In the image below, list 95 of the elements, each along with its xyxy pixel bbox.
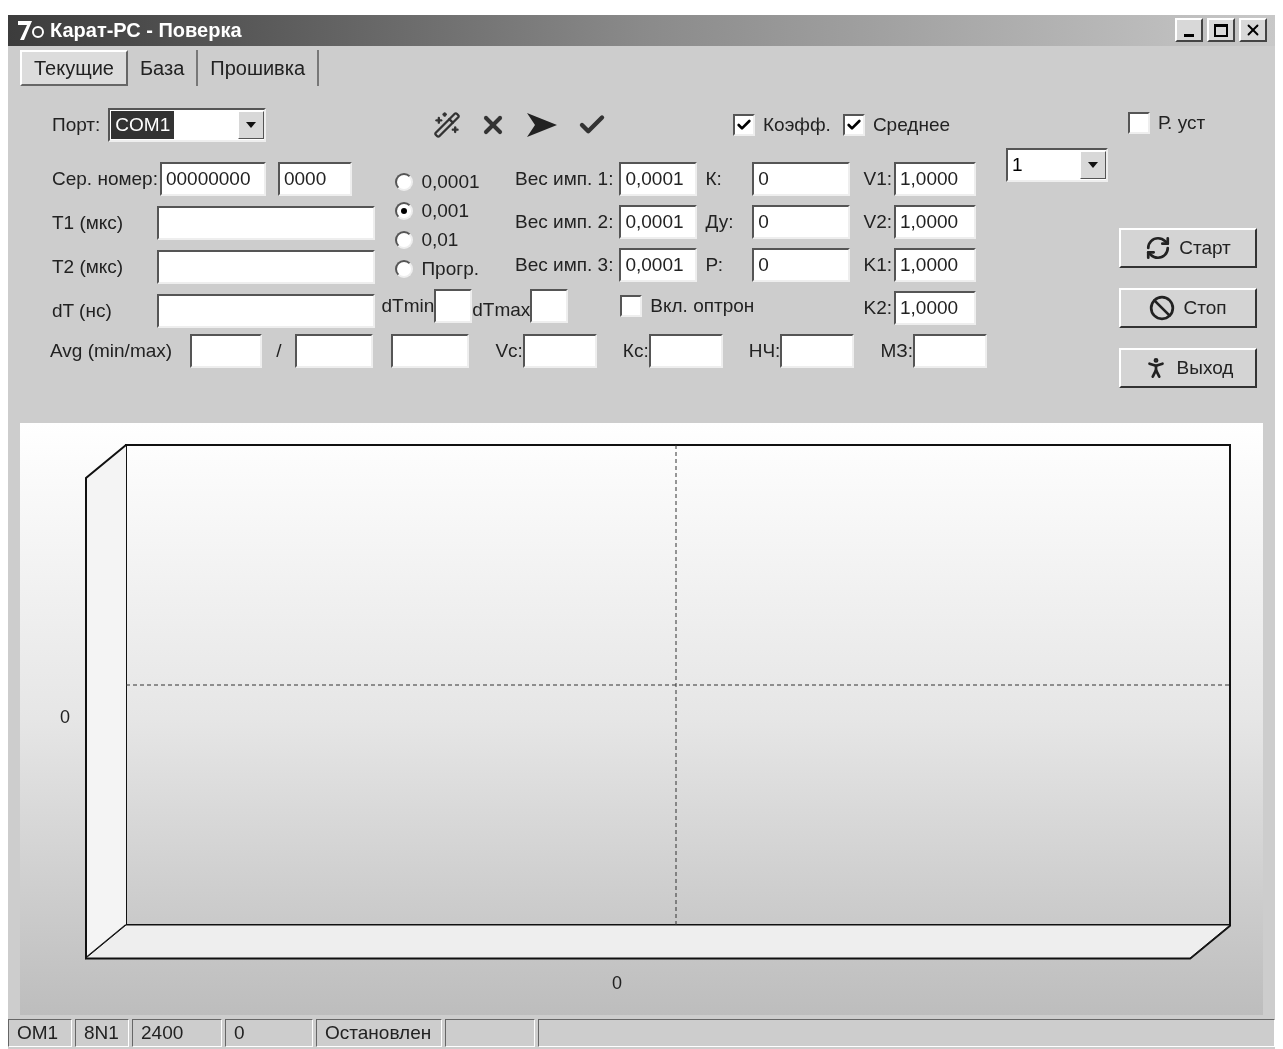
- y-axis-label: 0: [60, 707, 70, 728]
- field-label: Вес имп. 1:: [515, 166, 614, 191]
- dropdown-button[interactable]: [238, 110, 265, 139]
- window-title: Карат-РС - Поверка: [50, 18, 242, 44]
- status-bar-cell: Остановлен: [316, 1019, 442, 1048]
- weight-field[interactable]: 0,0001: [619, 204, 698, 239]
- checkbox[interactable]: [620, 295, 643, 318]
- radio-button[interactable]: [395, 173, 414, 192]
- field-label: Т2 (мкс): [52, 254, 124, 279]
- start-button[interactable]: Старт: [1119, 227, 1257, 268]
- dropdown-arrow-icon: [1088, 161, 1098, 168]
- arrow-icon[interactable]: [525, 110, 559, 139]
- dropdown-arrow-icon: [246, 121, 257, 128]
- field-label: dTmin: [381, 293, 435, 318]
- dt-max-field[interactable]: [530, 289, 569, 324]
- time-field[interactable]: [157, 205, 376, 240]
- serial-number-field[interactable]: 00000000: [159, 161, 266, 196]
- field-label: V2:: [863, 209, 892, 234]
- x-axis-label: 0: [612, 973, 622, 994]
- dt-min-field[interactable]: [434, 289, 473, 324]
- checkbox-label: Вкл. оптрон: [650, 293, 755, 318]
- coefficient-field[interactable]: 1,0000: [894, 161, 976, 196]
- tab[interactable]: Текущие: [20, 49, 128, 86]
- exit-button[interactable]: Выход: [1119, 347, 1257, 388]
- field-label: Сер. номер:: [52, 166, 158, 191]
- field-label: Ду:: [705, 209, 734, 234]
- radio-label: 0,0001: [421, 170, 480, 195]
- checkbox[interactable]: [733, 113, 755, 136]
- tab[interactable]: База: [127, 49, 199, 86]
- field-label: dTmax: [472, 297, 531, 322]
- minimize-icon: [1184, 33, 1194, 37]
- field-label: МЗ:: [880, 338, 913, 363]
- min-field[interactable]: [295, 333, 374, 368]
- field-label: Вес имп. 3:: [515, 252, 614, 277]
- status-bar-cell: 2400: [132, 1019, 222, 1048]
- stop-button[interactable]: Стоп: [1119, 287, 1257, 328]
- parameter-field[interactable]: 0: [752, 247, 851, 282]
- field-label: V1:: [863, 166, 892, 191]
- radio-label: 0,001: [421, 199, 469, 224]
- field-label: НЧ:: [748, 338, 781, 363]
- field-label: Vc:: [495, 338, 523, 363]
- maximize-button[interactable]: [1207, 18, 1235, 43]
- time-field[interactable]: [157, 249, 376, 284]
- status-bar-cell: 0: [225, 1019, 313, 1048]
- field-label: К:: [705, 166, 722, 191]
- stat-field[interactable]: [913, 333, 987, 368]
- radio-button[interactable]: [395, 231, 414, 250]
- status-bar-cell: 8N1: [75, 1019, 129, 1048]
- field-label: K1:: [863, 252, 892, 277]
- stat-field[interactable]: [648, 333, 723, 368]
- refresh-icon: [1145, 234, 1172, 261]
- time-field[interactable]: [157, 293, 376, 328]
- field-label: Avg (min/max): [50, 338, 173, 363]
- maximize-icon: [1214, 23, 1228, 37]
- checkbox[interactable]: [1128, 111, 1150, 134]
- coefficient-field[interactable]: 1,0000: [894, 204, 976, 239]
- field-label: Порт:: [52, 112, 101, 137]
- port-value: COM1: [111, 110, 175, 140]
- field-label: Кс:: [622, 338, 649, 363]
- radio-button[interactable]: [395, 260, 414, 279]
- parameter-field[interactable]: 0: [752, 204, 851, 239]
- checkbox-label: Р. уст: [1158, 110, 1206, 135]
- radio-label: Прогр.: [421, 257, 480, 282]
- field-label: K2:: [863, 295, 892, 320]
- coefficient-field[interactable]: 1,0000: [894, 247, 976, 282]
- checkbox-label: Коэфф.: [763, 112, 831, 137]
- channel-dropdown[interactable]: 1: [1006, 147, 1108, 182]
- weight-field[interactable]: 0,0001: [619, 247, 698, 282]
- stat-field[interactable]: [780, 333, 855, 368]
- radio-button[interactable]: [395, 202, 414, 221]
- status-bar-cell: OM1: [8, 1019, 72, 1048]
- port-dropdown[interactable]: COM1: [108, 107, 267, 142]
- stat-field[interactable]: [522, 333, 597, 368]
- wand-icon[interactable]: [433, 110, 461, 139]
- tab[interactable]: Прошивка: [198, 49, 320, 86]
- field-label: Т1 (мкс): [52, 210, 124, 235]
- serial-suffix-field[interactable]: 0000: [277, 161, 352, 196]
- field-label: dT (нс): [52, 298, 112, 323]
- checkbox[interactable]: [842, 113, 865, 136]
- minimize-button[interactable]: [1175, 18, 1203, 43]
- parameter-field[interactable]: 0: [752, 161, 851, 196]
- stop-icon: [1149, 294, 1176, 321]
- field-label: Р:: [705, 252, 723, 277]
- app-logo-icon: [16, 18, 46, 43]
- radio-label: 0,01: [421, 228, 459, 253]
- channel-value: 1: [1011, 152, 1024, 177]
- coefficient-field[interactable]: 1,0000: [894, 290, 976, 325]
- checkbox-label: Среднее: [872, 112, 951, 137]
- max-field[interactable]: [391, 333, 470, 368]
- close-button[interactable]: [1239, 18, 1267, 43]
- avg-field[interactable]: [190, 333, 263, 368]
- field-label: /: [276, 338, 282, 363]
- dropdown-button[interactable]: [1080, 150, 1106, 179]
- field-label: Вес имп. 2:: [515, 209, 614, 234]
- weight-field[interactable]: 0,0001: [619, 161, 698, 196]
